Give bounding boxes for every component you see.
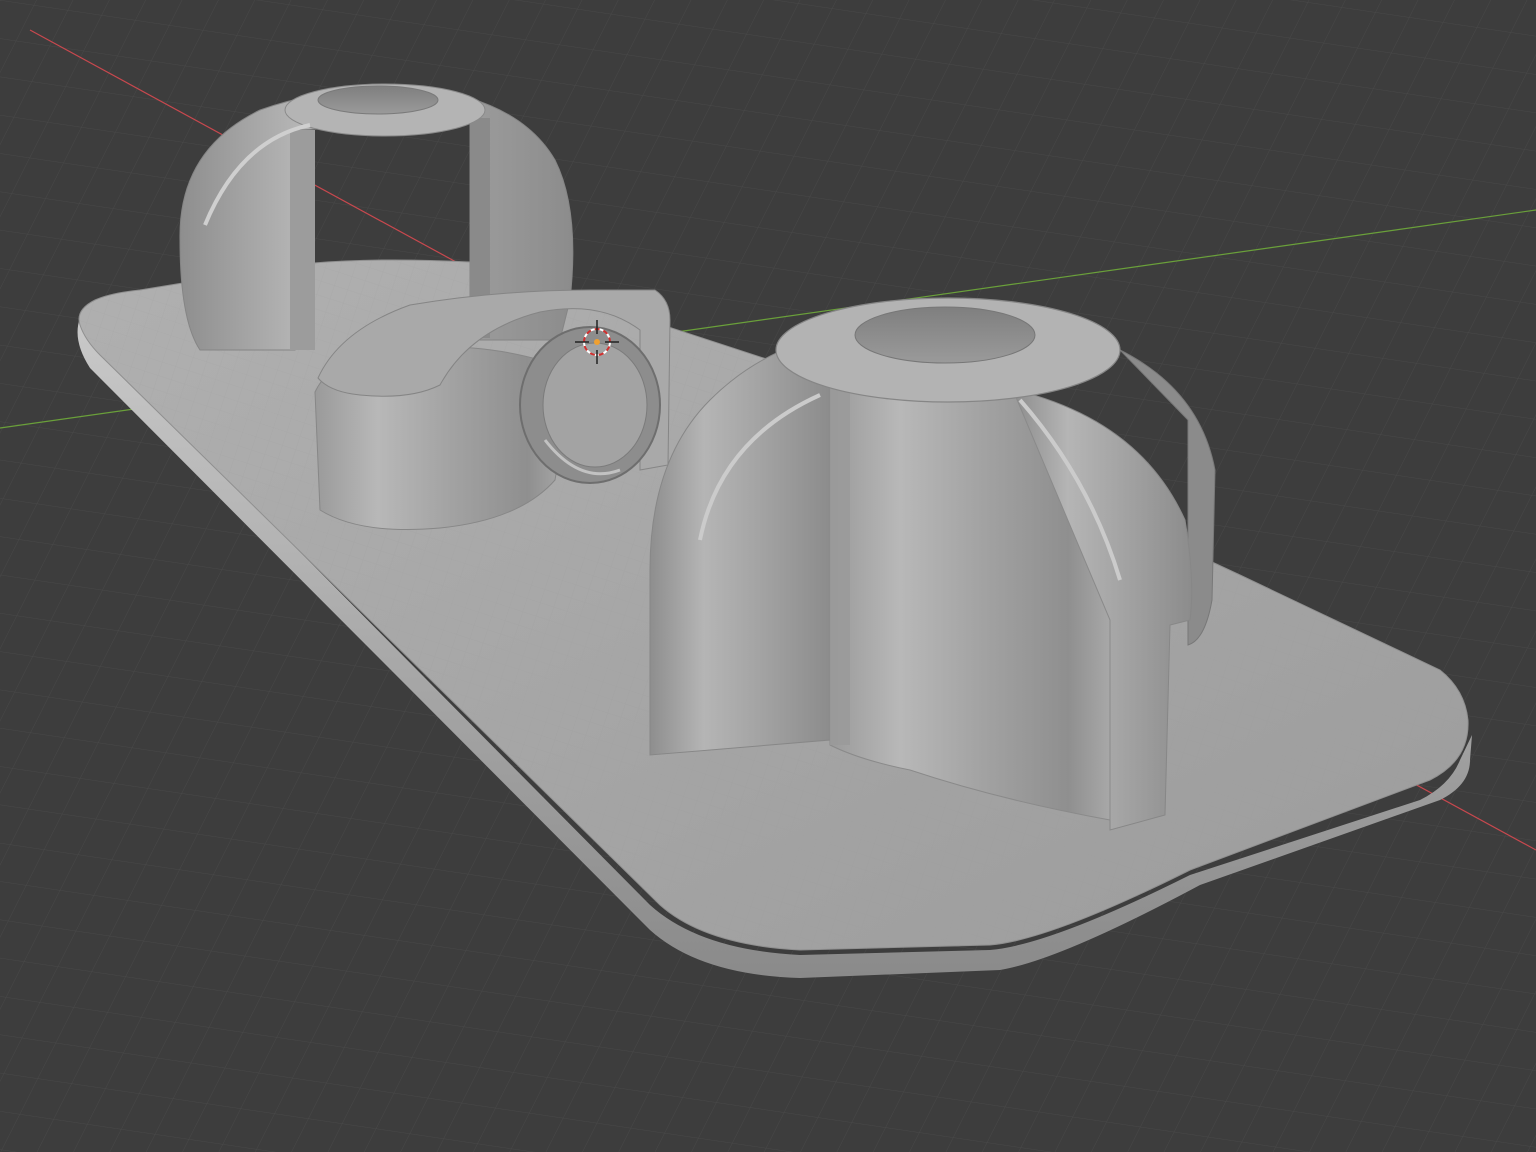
3d-viewport[interactable] bbox=[0, 0, 1536, 1152]
viewport-canvas[interactable] bbox=[0, 0, 1536, 1152]
